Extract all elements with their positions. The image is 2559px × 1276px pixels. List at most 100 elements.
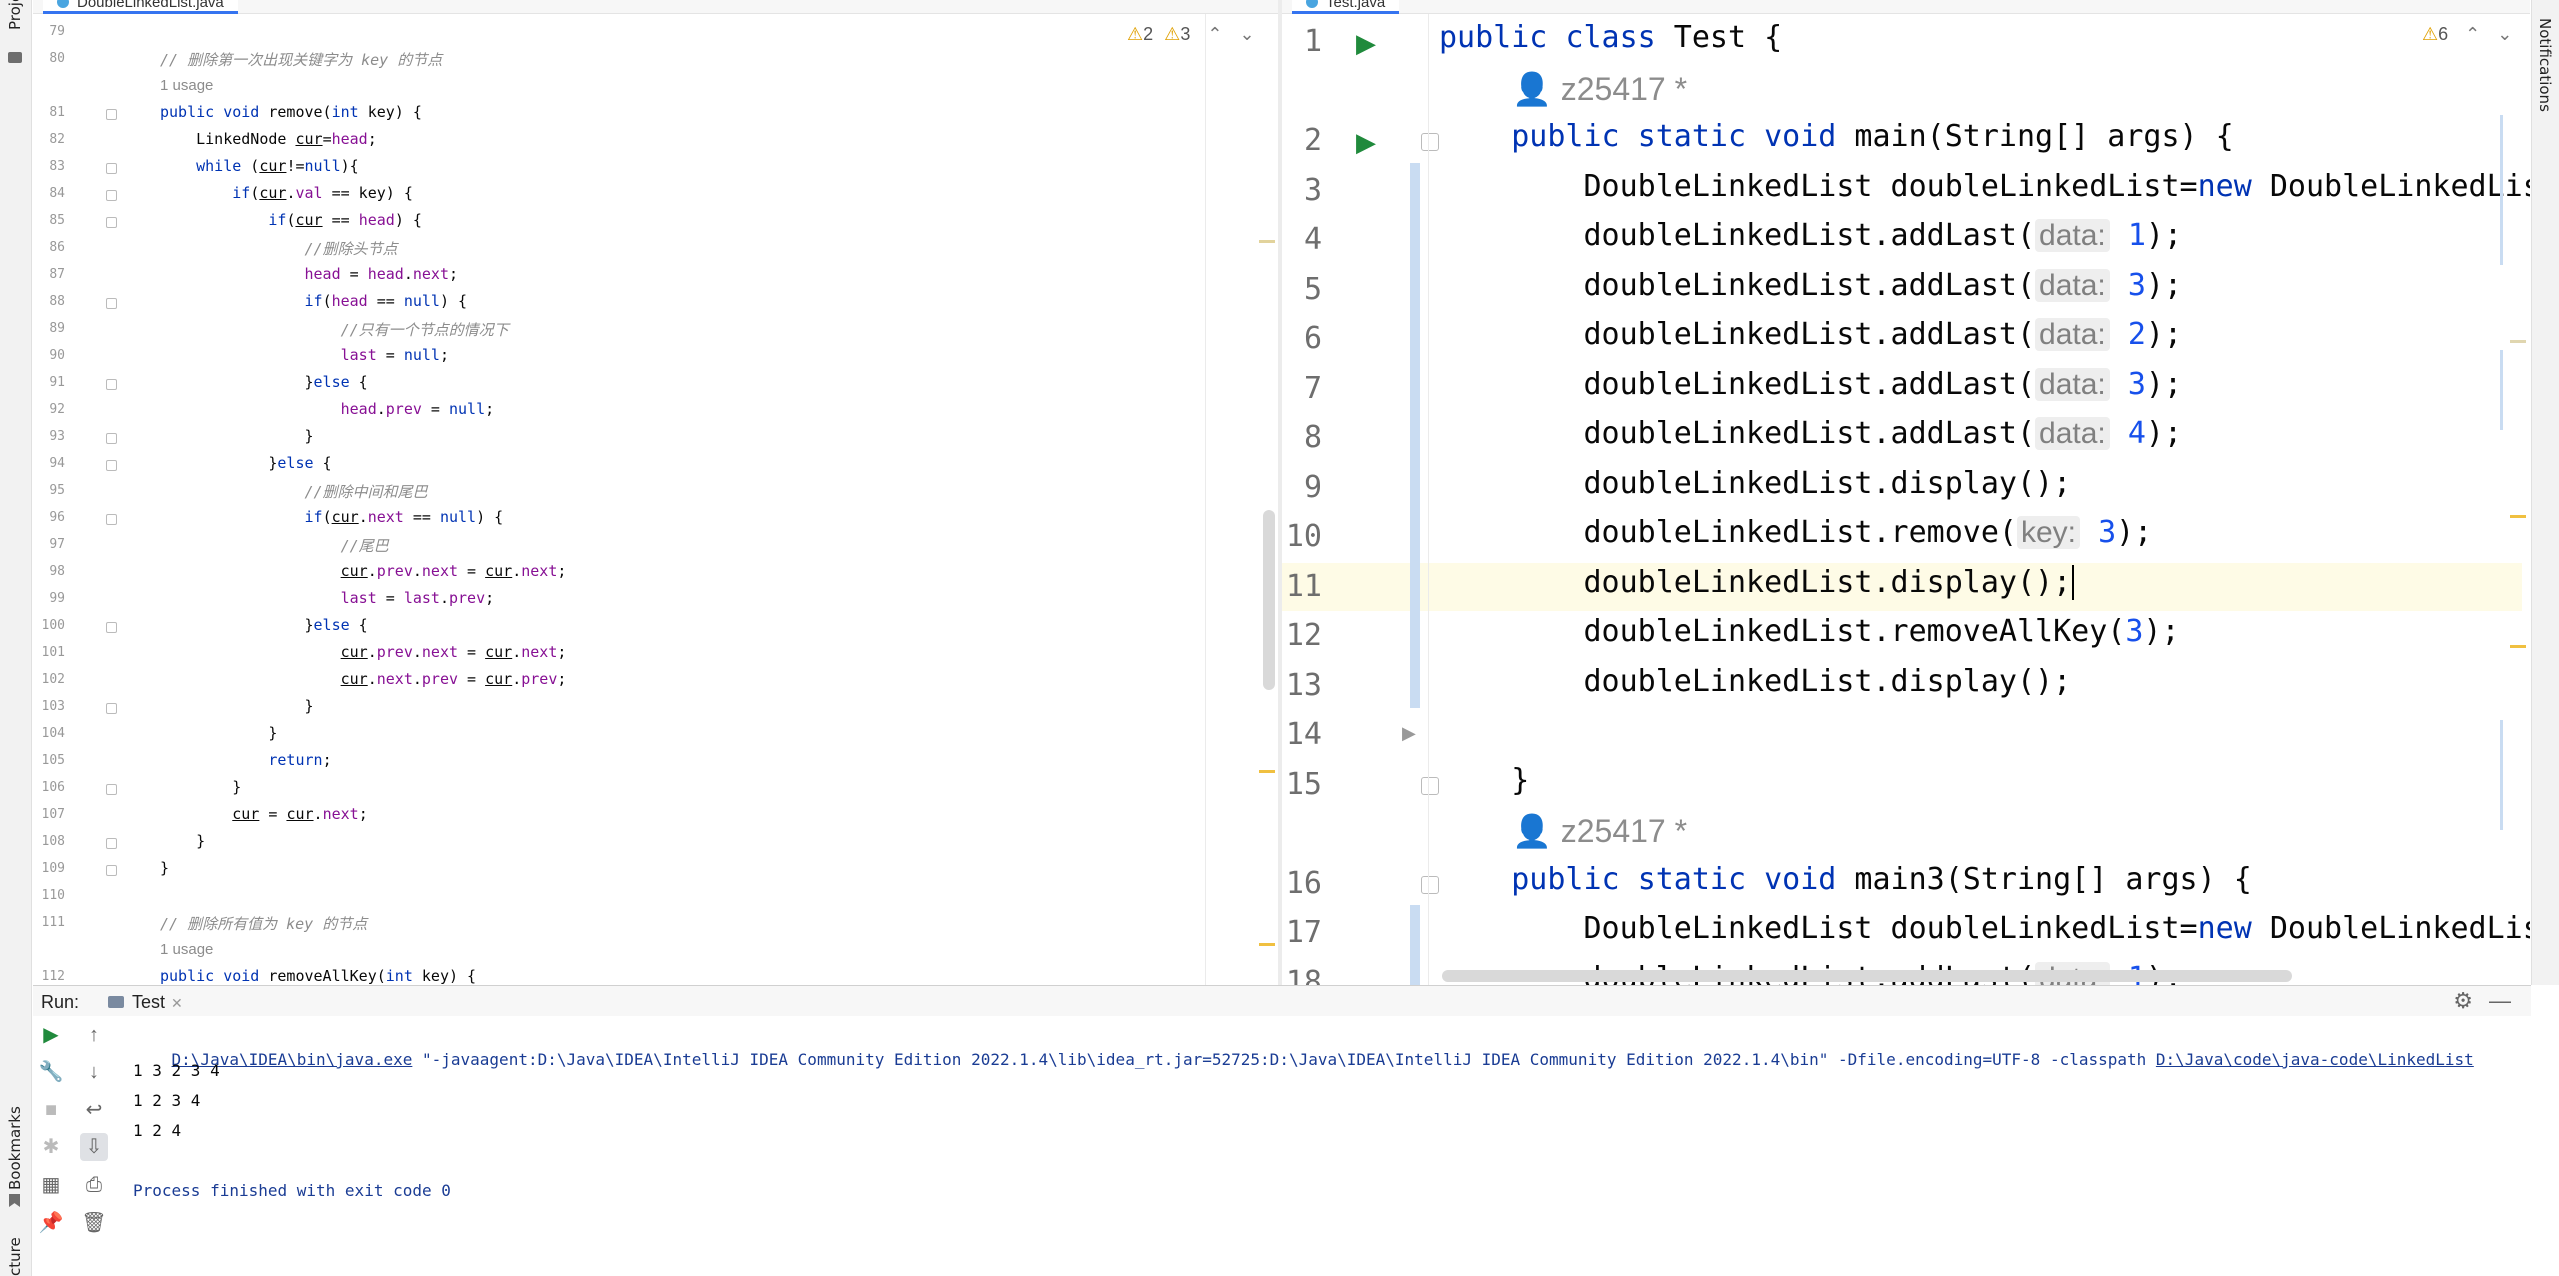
line-number[interactable]: 3 (1282, 173, 1322, 208)
arrow-down-icon[interactable]: ↓ (80, 1058, 108, 1086)
chevron-down-icon[interactable]: ⌄ (2497, 24, 2512, 44)
fold-marker-icon[interactable] (106, 217, 117, 228)
line-number[interactable]: 9 (1282, 470, 1322, 505)
line-number[interactable]: 90 (33, 348, 65, 363)
fold-marker-icon[interactable] (106, 433, 117, 444)
line-number[interactable]: 95 (33, 483, 65, 498)
fold-marker-icon[interactable] (1421, 776, 1439, 795)
line-number[interactable]: 108 (33, 834, 65, 849)
minimize-icon[interactable]: — (2489, 988, 2511, 1014)
line-number[interactable]: 82 (33, 132, 65, 147)
line-number[interactable]: 92 (33, 402, 65, 417)
line-number[interactable]: 94 (33, 456, 65, 471)
line-number[interactable]: 107 (33, 807, 65, 822)
line-number[interactable]: 105 (33, 753, 65, 768)
line-number[interactable]: 8 (1282, 420, 1322, 455)
line-number[interactable]: 18 (1282, 965, 1322, 986)
arrow-up-icon[interactable]: ↑ (80, 1021, 108, 1049)
print-icon[interactable]: ⎙ (80, 1171, 108, 1199)
notifications-tool-button[interactable]: Notifications (2536, 18, 2554, 112)
fold-marker-icon[interactable] (106, 703, 117, 714)
line-number[interactable]: 97 (33, 537, 65, 552)
line-number[interactable]: 110 (33, 888, 65, 903)
collapse-arrow-icon[interactable]: ▶ (1402, 723, 1416, 744)
layout-icon[interactable]: ▦ (37, 1171, 65, 1199)
project-tool-button[interactable]: Proje (6, 0, 24, 30)
console-classpath-link[interactable]: D:\Java\code\java-code\LinkedList (2156, 1050, 2474, 1069)
fold-marker-icon[interactable] (1421, 133, 1439, 151)
stop-icon[interactable]: ■ (37, 1096, 65, 1124)
scroll-to-end-icon[interactable]: ⇩ (80, 1133, 108, 1161)
line-number[interactable]: 5 (1282, 272, 1322, 307)
line-number[interactable]: 1 (1282, 24, 1322, 59)
right-inspection-widget[interactable]: ⚠6 ⌃ ⌄ (2422, 24, 2512, 45)
line-number[interactable]: 96 (33, 510, 65, 525)
line-number[interactable]: 106 (33, 780, 65, 795)
line-number[interactable]: 4 (1282, 222, 1322, 257)
trash-icon[interactable]: 🗑 (80, 1209, 108, 1237)
fold-marker-icon[interactable] (106, 838, 117, 849)
right-editor[interactable]: Test.java ⚠6 ⌃ ⌄ 1 ▶ public class Test {👤 … (1282, 0, 2530, 985)
left-scrollbar-thumb[interactable] (1263, 510, 1275, 690)
vcs-change-marker[interactable] (1410, 163, 1420, 708)
line-number[interactable]: 15 (1282, 767, 1322, 802)
fold-marker-icon[interactable] (106, 865, 117, 876)
pin-icon[interactable]: 📌 (37, 1209, 65, 1237)
tab-double-linked-list[interactable]: DoubleLinkedList.java (43, 0, 238, 14)
fold-marker-icon[interactable] (106, 460, 117, 471)
line-number[interactable]: 91 (33, 375, 65, 390)
line-number[interactable]: 11 (1282, 569, 1322, 604)
vcs-change-marker[interactable] (1410, 905, 1420, 985)
left-editor[interactable]: DoubleLinkedList.java ⚠2 ⚠3 ⌃ ⌄ 79 80 // 删… (33, 0, 1278, 985)
line-number[interactable]: 93 (33, 429, 65, 444)
run-tool-window[interactable]: Run: Test ✕ — ⚙ ▶ 🔧 ■ ✱ ▦ 📌 ↑ ↓ ↩ ⇩ ⎙ 🗑 D… (33, 985, 2531, 1276)
chevron-up-icon[interactable]: ⌃ (2465, 24, 2480, 44)
line-number[interactable]: 80 (33, 51, 65, 66)
run-gutter-icon[interactable]: ▶ (1356, 127, 1376, 158)
line-number[interactable]: 12 (1282, 618, 1322, 653)
line-number[interactable]: 103 (33, 699, 65, 714)
horizontal-scrollbar-thumb[interactable] (1442, 970, 2292, 982)
fold-marker-icon[interactable] (106, 622, 117, 633)
run-tab-test[interactable]: Test ✕ (108, 992, 183, 1013)
line-number[interactable]: 109 (33, 861, 65, 876)
chevron-up-icon[interactable]: ⌃ (1207, 24, 1222, 44)
line-number[interactable]: 86 (33, 240, 65, 255)
line-number[interactable]: 88 (33, 294, 65, 309)
debug-icon[interactable]: ✱ (37, 1133, 65, 1161)
line-number[interactable]: 100 (33, 618, 65, 633)
line-number[interactable]: 79 (33, 24, 65, 39)
line-number[interactable]: 112 (33, 969, 65, 984)
line-number[interactable]: 99 (33, 591, 65, 606)
soft-wrap-icon[interactable]: ↩ (80, 1096, 108, 1124)
fold-marker-icon[interactable] (106, 379, 117, 390)
fold-marker-icon[interactable] (106, 109, 117, 120)
line-number[interactable]: 104 (33, 726, 65, 741)
fold-marker-icon[interactable] (106, 298, 117, 309)
line-number[interactable]: 111 (33, 915, 65, 930)
line-number[interactable]: 81 (33, 105, 65, 120)
tab-test[interactable]: Test.java (1292, 0, 1400, 14)
chevron-down-icon[interactable]: ⌄ (1239, 24, 1254, 44)
folder-icon[interactable] (8, 52, 22, 63)
line-number[interactable]: 13 (1282, 668, 1322, 703)
run-gutter-icon[interactable]: ▶ (1356, 28, 1376, 59)
line-number[interactable]: 6 (1282, 321, 1322, 356)
gear-icon[interactable]: ⚙ (2453, 988, 2473, 1014)
line-number[interactable]: 83 (33, 159, 65, 174)
line-number[interactable]: 14 (1282, 717, 1322, 752)
line-number[interactable]: 84 (33, 186, 65, 201)
line-number[interactable]: 17 (1282, 915, 1322, 950)
line-number[interactable]: 16 (1282, 866, 1322, 901)
fold-marker-icon[interactable] (106, 514, 117, 525)
line-number[interactable]: 89 (33, 321, 65, 336)
fold-marker-icon[interactable] (1421, 875, 1439, 894)
line-number[interactable]: 2 (1282, 123, 1322, 158)
line-number[interactable]: 85 (33, 213, 65, 228)
line-number[interactable]: 102 (33, 672, 65, 687)
bookmark-icon[interactable] (9, 1194, 20, 1207)
line-number[interactable]: 7 (1282, 371, 1322, 406)
rerun-icon[interactable]: ▶ (37, 1021, 65, 1049)
left-inspection-widget[interactable]: ⚠2 ⚠3 ⌃ ⌄ (1127, 24, 1255, 45)
close-icon[interactable]: ✕ (171, 995, 183, 1011)
